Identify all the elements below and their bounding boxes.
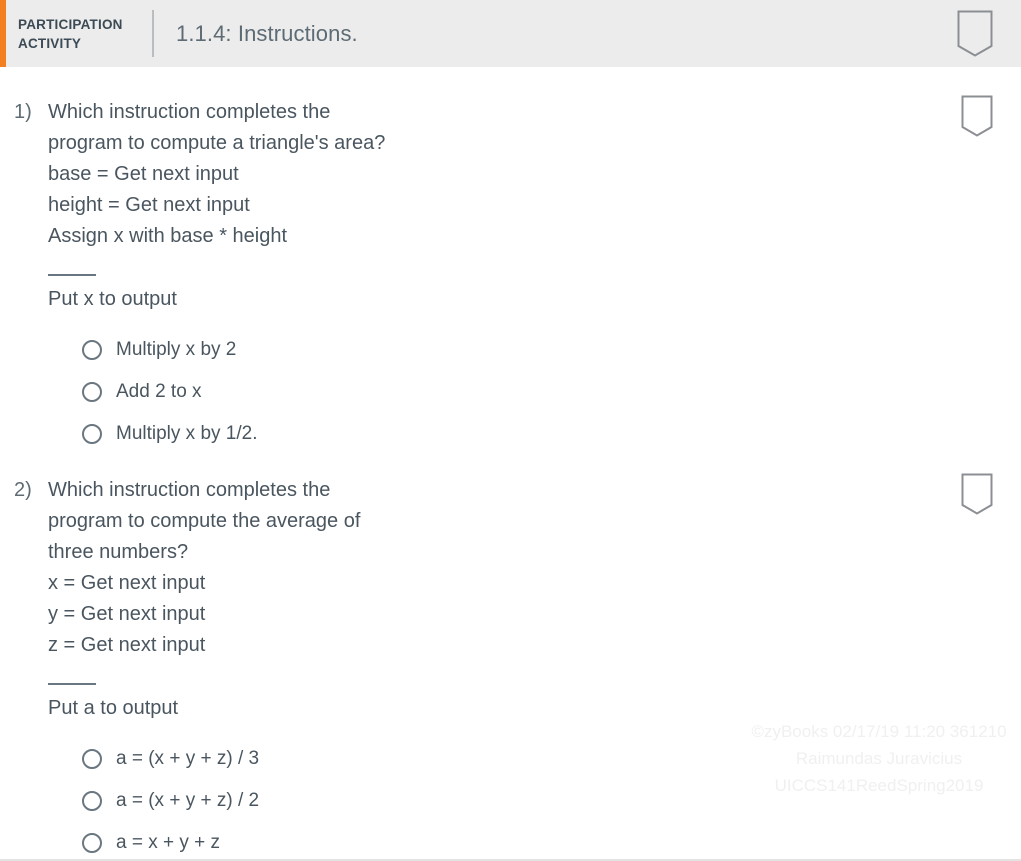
choice-option[interactable]: a = (x + y + z) / 3 bbox=[82, 738, 1021, 780]
choice-label: Multiply x by 2 bbox=[116, 339, 237, 360]
choice-option[interactable]: a = x + y + z bbox=[82, 822, 1021, 859]
question-number: 1) bbox=[14, 101, 32, 123]
activity-title: 1.1.4: Instructions. bbox=[176, 20, 358, 46]
choice-option[interactable]: Multiply x by 2 bbox=[82, 329, 1021, 371]
radio-button-icon[interactable] bbox=[82, 791, 102, 811]
question-code-before: x = Get next input y = Get next input z … bbox=[48, 572, 206, 656]
choice-label: a = x + y + z bbox=[116, 832, 221, 853]
choice-option[interactable]: Multiply x by 1/2. bbox=[82, 413, 1021, 455]
bookmark-pennant-icon[interactable] bbox=[961, 95, 993, 137]
activity-header: PARTICIPATION ACTIVITY 1.1.4: Instructio… bbox=[0, 0, 1021, 67]
radio-button-icon[interactable] bbox=[82, 833, 102, 853]
question-number: 2) bbox=[14, 479, 32, 501]
question-body: Which instruction completes the program … bbox=[48, 89, 1021, 455]
choice-label: a = (x + y + z) / 3 bbox=[116, 748, 260, 769]
question-code-after: Put x to output bbox=[48, 288, 177, 310]
bookmark-pennant-icon[interactable] bbox=[961, 473, 993, 515]
choice-list: a = (x + y + z) / 3 a = (x + y + z) / 2 … bbox=[48, 738, 1021, 859]
radio-button-icon[interactable] bbox=[82, 424, 102, 444]
orange-accent-bar bbox=[0, 0, 6, 67]
participation-activity-label: PARTICIPATION ACTIVITY bbox=[18, 15, 138, 53]
choice-option[interactable]: Add 2 to x bbox=[82, 371, 1021, 413]
header-divider bbox=[152, 10, 154, 57]
activity-page: PARTICIPATION ACTIVITY 1.1.4: Instructio… bbox=[0, 0, 1021, 861]
participation-activity-label-line2: ACTIVITY bbox=[18, 35, 82, 51]
question-item: 1) Which instruction completes the progr… bbox=[0, 89, 1021, 455]
answer-blank-line bbox=[48, 274, 96, 276]
radio-button-icon[interactable] bbox=[82, 340, 102, 360]
question-prompt: Which instruction completes the program … bbox=[48, 101, 386, 154]
question-item: 2) Which instruction completes the progr… bbox=[0, 467, 1021, 859]
question-body: Which instruction completes the program … bbox=[48, 467, 1021, 859]
choice-label: Add 2 to x bbox=[116, 381, 202, 402]
question-code-after: Put a to output bbox=[48, 697, 179, 719]
choice-list: Multiply x by 2 Add 2 to x Multiply x by… bbox=[48, 329, 1021, 455]
question-code-before: base = Get next input height = Get next … bbox=[48, 163, 288, 247]
participation-activity-label-line1: PARTICIPATION bbox=[18, 16, 123, 32]
question-prompt: Which instruction completes the program … bbox=[48, 479, 361, 563]
answer-blank-line bbox=[48, 683, 96, 685]
choice-option[interactable]: a = (x + y + z) / 2 bbox=[82, 780, 1021, 822]
radio-button-icon[interactable] bbox=[82, 382, 102, 402]
choice-label: a = (x + y + z) / 2 bbox=[116, 790, 260, 811]
choice-label: Multiply x by 1/2. bbox=[116, 423, 258, 444]
bookmark-pennant-icon[interactable] bbox=[957, 10, 993, 57]
radio-button-icon[interactable] bbox=[82, 749, 102, 769]
